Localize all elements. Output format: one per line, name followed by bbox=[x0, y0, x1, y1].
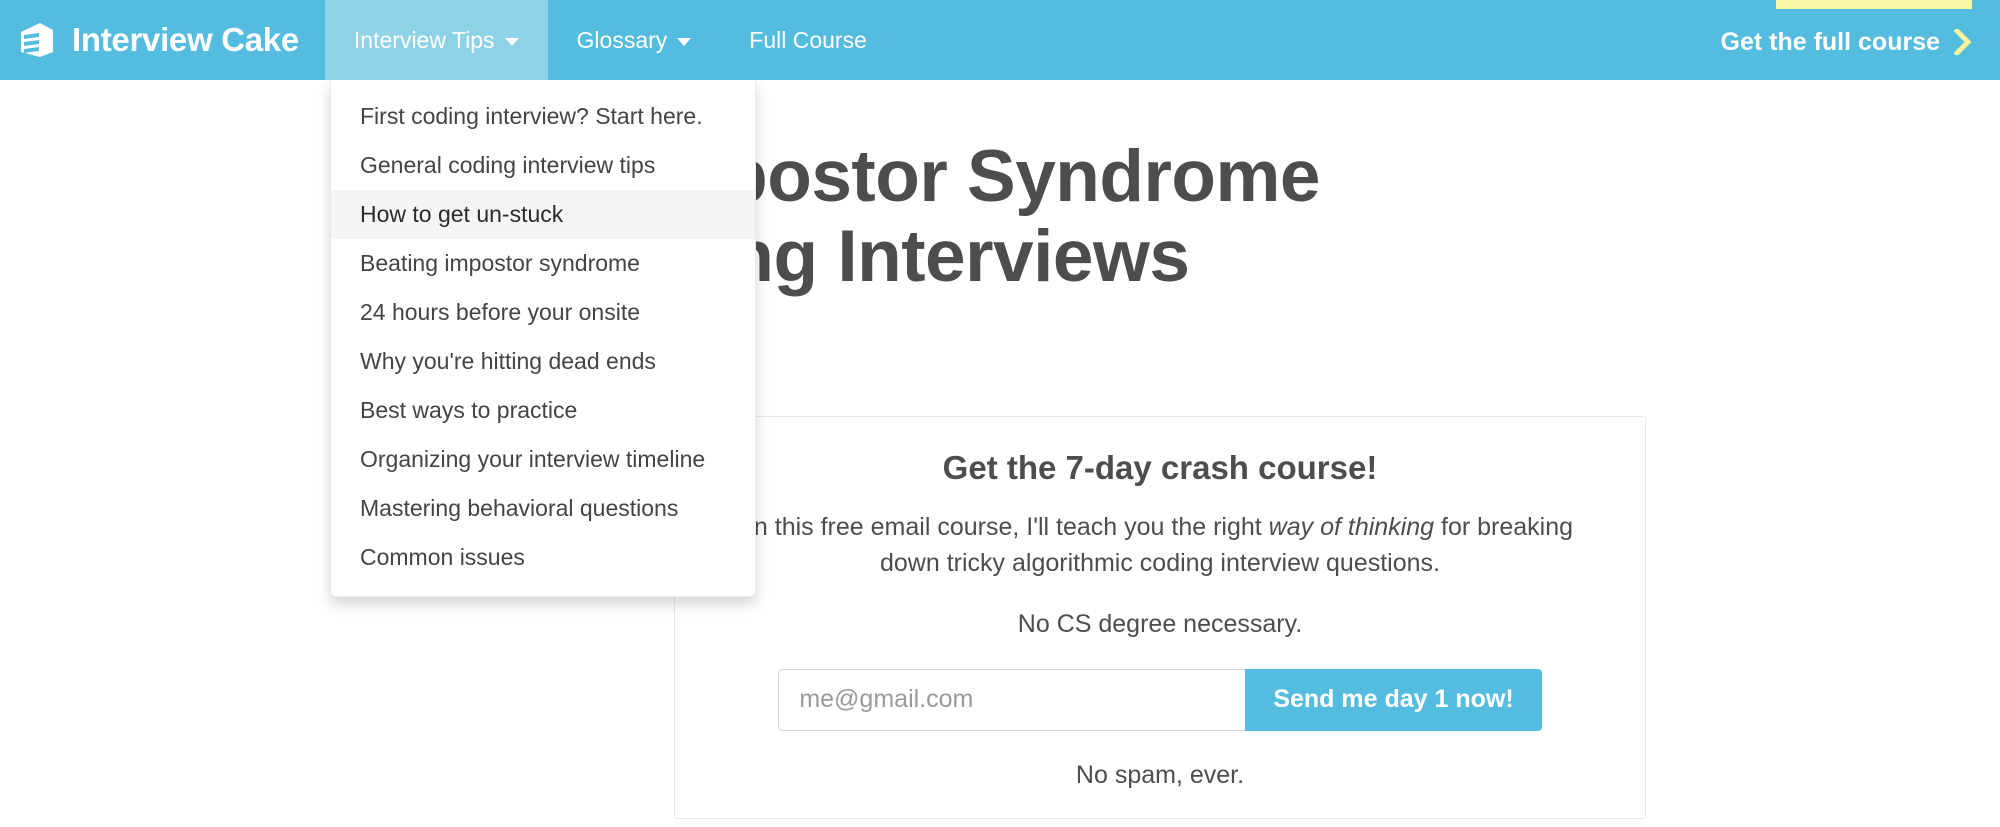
page-content: Beating Impostor Syndrome in Coding Inte… bbox=[0, 80, 2000, 827]
chevron-down-icon bbox=[677, 38, 692, 46]
dropdown-item-mastering-behavioral-questions[interactable]: Mastering behavioral questions bbox=[331, 484, 755, 533]
signup-body-emphasis: way of thinking bbox=[1268, 513, 1435, 541]
brand-label: Interview Cake bbox=[72, 21, 299, 58]
signup-heading: Get the 7-day crash course! bbox=[942, 449, 1378, 486]
email-signup-card: Get the 7-day crash course! In this free… bbox=[674, 416, 1646, 819]
dropdown-item-general-coding-interview-tips[interactable]: General coding interview tips bbox=[331, 141, 755, 190]
nav-item-glossary[interactable]: Glossary bbox=[548, 0, 721, 80]
get-the-full-course-cta[interactable]: Get the full course bbox=[1721, 24, 1972, 57]
dropdown-item-beating-impostor-syndrome[interactable]: Beating impostor syndrome bbox=[331, 239, 755, 288]
dropdown-item-organizing-your-interview-timeline[interactable]: Organizing your interview timeline bbox=[331, 435, 755, 484]
signup-body-part-1: In this free email course, I'll teach yo… bbox=[746, 513, 1269, 541]
dropdown-item-common-issues[interactable]: Common issues bbox=[331, 533, 755, 582]
nav-item-glossary-label: Glossary bbox=[576, 26, 668, 53]
cta-label: Get the full course bbox=[1720, 27, 1940, 56]
signup-subline: No CS degree necessary. bbox=[1017, 609, 1303, 638]
cake-slice-icon bbox=[21, 23, 53, 57]
interview-tips-dropdown-menu: First coding interview? Start here. Gene… bbox=[330, 80, 756, 598]
signup-body: In this free email course, I'll teach yo… bbox=[675, 509, 1645, 582]
signup-form: Send me day 1 now! bbox=[675, 668, 1645, 731]
dropdown-item-first-coding-interview[interactable]: First coding interview? Start here. bbox=[331, 92, 755, 141]
navbar-right-section: Get the full course bbox=[1721, 0, 2000, 80]
nav-items: Interview Tips Glossary Full Course bbox=[324, 0, 896, 80]
dropdown-item-how-to-get-un-stuck[interactable]: How to get un-stuck bbox=[331, 190, 755, 240]
brand-home-link[interactable]: Interview Cake bbox=[0, 0, 325, 80]
dropdown-item-why-youre-hitting-dead-ends[interactable]: Why you're hitting dead ends bbox=[331, 337, 755, 386]
chevron-down-icon bbox=[504, 38, 519, 46]
send-day-1-button[interactable]: Send me day 1 now! bbox=[1245, 668, 1542, 731]
nav-item-interview-tips[interactable]: Interview Tips bbox=[324, 0, 548, 80]
nav-item-full-course-label: Full Course bbox=[749, 26, 867, 53]
email-input[interactable] bbox=[778, 668, 1246, 731]
cta-accent-bar bbox=[1775, 0, 1972, 9]
chevron-right-icon bbox=[1954, 29, 1972, 55]
top-navbar: Interview Cake Interview Tips Glossary F… bbox=[0, 0, 2000, 80]
page-title: Beating Impostor Syndrome in Coding Inte… bbox=[0, 136, 1675, 298]
no-spam-note: No spam, ever. bbox=[1075, 760, 1245, 789]
dropdown-item-24-hours-before-your-onsite[interactable]: 24 hours before your onsite bbox=[331, 288, 755, 337]
nav-item-interview-tips-label: Interview Tips bbox=[353, 26, 495, 53]
nav-item-full-course[interactable]: Full Course bbox=[720, 0, 896, 80]
dropdown-item-best-ways-to-practice[interactable]: Best ways to practice bbox=[331, 386, 755, 435]
